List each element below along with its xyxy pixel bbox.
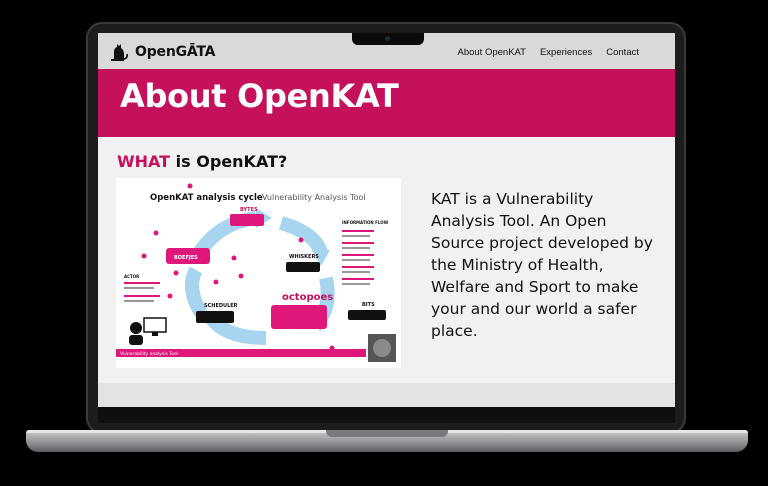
list-line [124, 300, 154, 302]
list-line [342, 271, 370, 273]
list-line [342, 254, 374, 256]
node-whiskers [286, 262, 320, 272]
node-octopoes [271, 305, 327, 329]
node-whiskers-label: WHISKERS [289, 254, 319, 260]
node-scheduler-label: SCHEDULER [204, 303, 238, 309]
list-line [124, 287, 154, 289]
laptop-screen: OpenGĀTA About OpenKAT Experiences Conta… [98, 33, 675, 423]
diagram-footer-label: Vulnerability analysis Tool [120, 351, 178, 357]
section-title-accent: WHAT [117, 152, 171, 171]
section-title: WHAT is OpenKAT? [117, 152, 287, 171]
brand-logo-link[interactable]: OpenGĀTA [109, 42, 216, 62]
node-octopoes-label: octopoes [282, 292, 333, 303]
brand-name: OpenGĀTA [135, 44, 216, 60]
camera-notch [352, 33, 424, 45]
page-title: About OpenKAT [120, 77, 399, 115]
top-nav: About OpenKAT Experiences Contact [457, 47, 639, 58]
list-line [124, 282, 160, 284]
base-groove [326, 430, 448, 437]
list-line [342, 235, 370, 237]
node-bytes-label: BYTES [240, 207, 258, 213]
list-line [342, 242, 374, 244]
nav-about-openkat[interactable]: About OpenKAT [457, 47, 525, 58]
section-title-rest: is OpenKAT? [170, 152, 288, 171]
node-scheduler [196, 311, 234, 323]
list-line [342, 283, 370, 285]
list-line [342, 266, 374, 268]
cat-logo-icon [111, 44, 128, 61]
nav-contact[interactable]: Contact [606, 47, 639, 58]
nav-experiences[interactable]: Experiences [540, 47, 592, 58]
list-line [342, 247, 370, 249]
diagram-title-bold: OpenKAT analysis cycle [150, 193, 263, 203]
list-line [124, 295, 160, 297]
list-line [342, 278, 374, 280]
node-bytes [230, 214, 264, 226]
description-text: KAT is a Vulnerability Analysis Tool. An… [431, 190, 653, 340]
list-line [342, 259, 370, 261]
laptop-base [26, 430, 748, 452]
left-list-title: ACTOR [124, 274, 139, 279]
node-boefjes-label: BOEFJES [174, 255, 198, 261]
user-at-computer-icon [129, 317, 167, 345]
analysis-cycle-diagram: OpenKAT analysis cycle Vulnerability Ana… [116, 178, 401, 368]
hero-banner: About OpenKAT [98, 69, 675, 137]
diagram-title-light: Vulnerability Analysis Tool [262, 193, 366, 202]
node-bits [348, 310, 386, 320]
right-list-title: INFORMATION FLOW [342, 220, 389, 225]
website: OpenGĀTA About OpenKAT Experiences Conta… [98, 33, 675, 407]
page-footer-strip [98, 383, 675, 407]
list-line [342, 230, 374, 232]
node-bits-label: BITS [362, 302, 375, 308]
cycle-arrow [185, 266, 208, 317]
cat-photo-face [373, 339, 391, 357]
camera-icon [385, 36, 390, 41]
diagram-svg: OpenKAT analysis cycle Vulnerability Ana… [116, 183, 396, 362]
